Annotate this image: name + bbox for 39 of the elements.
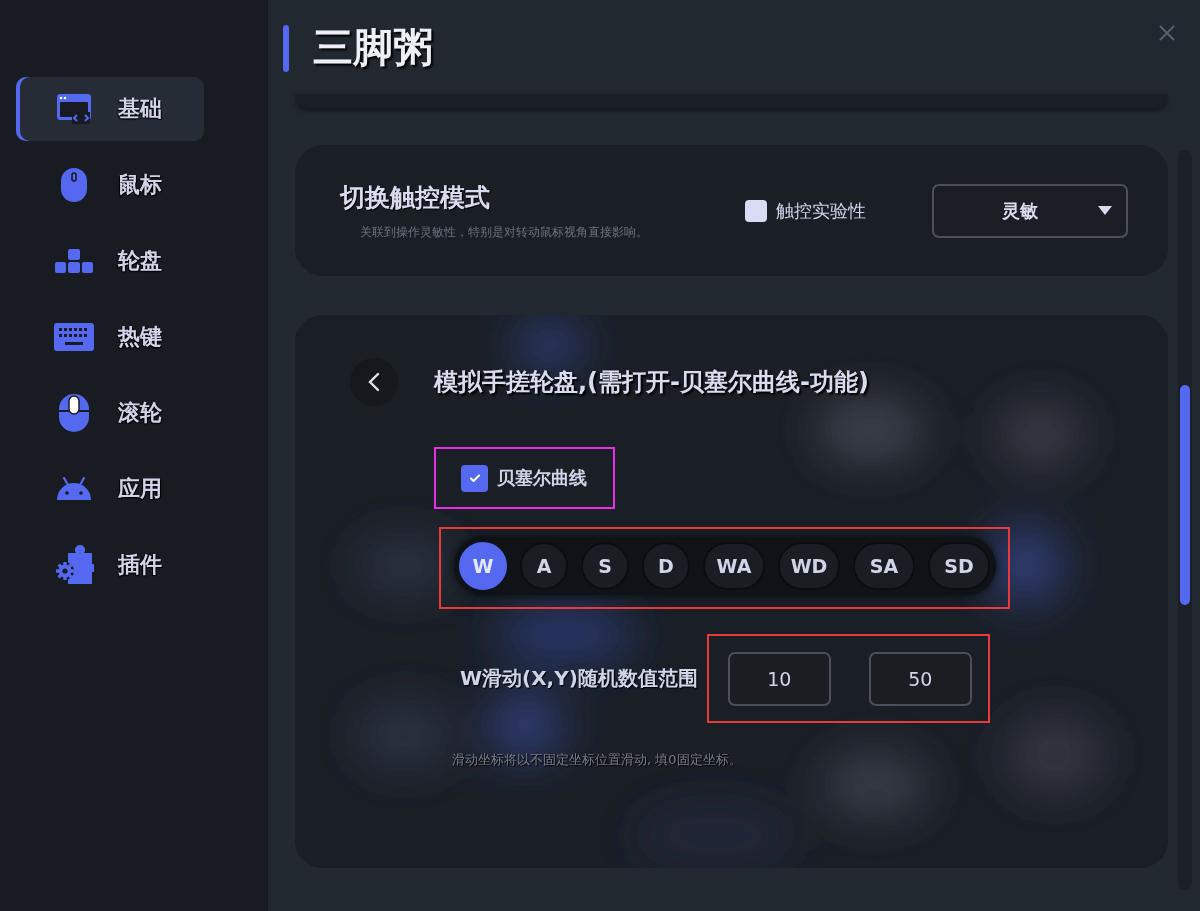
keyboard-icon	[54, 323, 94, 351]
blocks-icon	[54, 248, 94, 274]
sidebar-item[interactable]: 插件	[16, 533, 204, 597]
mouse-icon	[60, 167, 88, 203]
section-heading: 模拟手搓轮盘,(需打开-贝塞尔曲线-功能)	[434, 367, 869, 398]
hint-text: 滑动坐标将以不固定坐标位置滑动, 填0固定坐标。	[452, 751, 742, 769]
dropdown[interactable]: 灵敏	[932, 183, 1128, 238]
browser-code-icon	[56, 93, 92, 125]
puzzle-gear-icon	[54, 545, 94, 585]
key-option[interactable]: SA	[853, 542, 915, 590]
caret-icon	[1098, 205, 1112, 216]
window-title: 三脚粥	[313, 22, 433, 72]
input-field[interactable]: 50	[868, 651, 972, 706]
sidebar-item[interactable]: 滚轮	[16, 381, 204, 445]
sidebar-item[interactable]: 鼠标	[16, 153, 204, 217]
scrollbar-thumb[interactable]	[1180, 385, 1190, 605]
checkbox[interactable]	[745, 199, 767, 222]
key-option[interactable]: WA	[703, 542, 765, 590]
sidebar-item[interactable]: 应用	[16, 457, 204, 521]
title-accent-bar	[283, 24, 289, 72]
checkbox[interactable]	[461, 464, 488, 492]
key-option[interactable]: SD	[928, 542, 990, 590]
checkbox-label: 触控实验性	[776, 198, 866, 223]
chevron-left-icon	[368, 372, 380, 392]
input-field[interactable]: 10	[727, 651, 831, 706]
key-option[interactable]: S	[581, 542, 629, 590]
key-option[interactable]: W	[459, 542, 507, 590]
sidebar-item[interactable]: 基础	[16, 77, 204, 141]
key-option[interactable]: A	[520, 542, 568, 590]
range-label: W滑动(X,Y)随机数值范围	[460, 665, 698, 692]
key-option[interactable]: WD	[778, 542, 840, 590]
mouse-wheel-icon	[58, 393, 90, 433]
card-description: 关联到操作灵敏性，特别是对转动鼠标视角直接影响。	[360, 223, 648, 241]
checkbox-label: 贝塞尔曲线	[497, 466, 587, 490]
key-option[interactable]: D	[642, 542, 690, 590]
android-icon	[56, 477, 92, 501]
sidebar-item[interactable]: 热键	[16, 305, 204, 369]
card-title: 切换触控模式	[340, 181, 491, 214]
sidebar-item[interactable]: 轮盘	[16, 229, 204, 293]
